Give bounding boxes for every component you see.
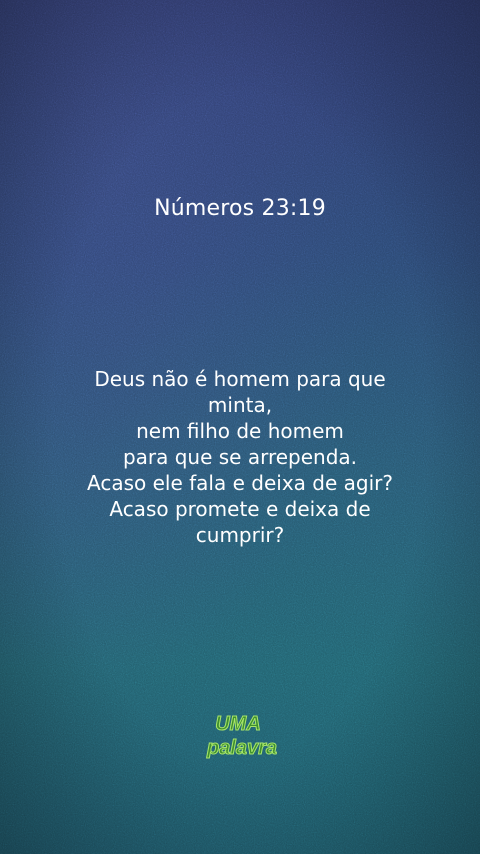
verse-line: para que se arrependa. bbox=[122, 445, 358, 469]
uma-palavra-logo: UMA palavra bbox=[205, 713, 277, 760]
verse-reference: Números 23:19 bbox=[154, 196, 326, 221]
verse-text: Deus não é homem para que minta, nem fil… bbox=[40, 366, 440, 548]
logo-line-uma: UMA bbox=[215, 713, 261, 735]
verse-line: Acaso promete e deixa de bbox=[109, 497, 371, 521]
verse-line: minta, bbox=[207, 393, 273, 417]
verse-line: Deus não é homem para que bbox=[94, 367, 386, 391]
verse-line: cumprir? bbox=[195, 523, 285, 547]
verse-line: Acaso ele fala e deixa de agir? bbox=[87, 471, 393, 495]
logo-line-palavra: palavra bbox=[206, 737, 277, 759]
verse-line: nem filho de homem bbox=[136, 419, 344, 443]
